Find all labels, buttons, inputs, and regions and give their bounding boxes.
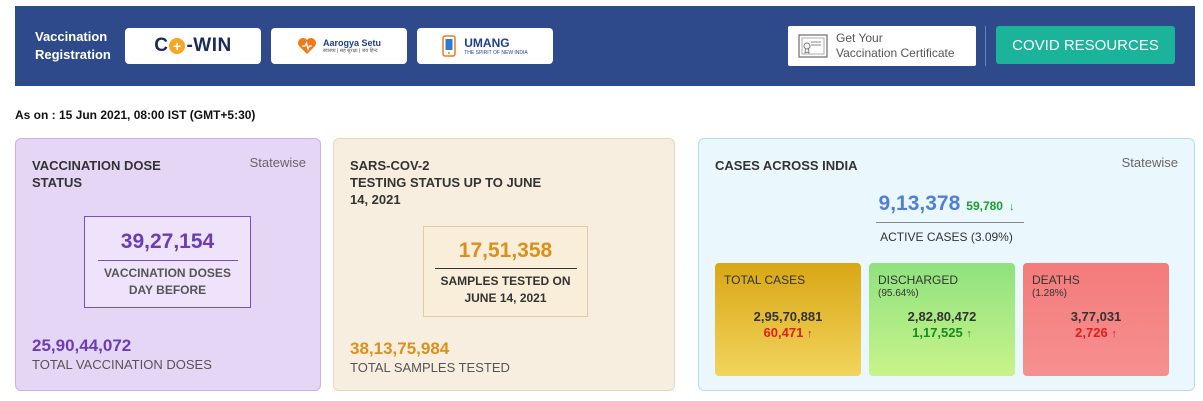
discharged-tile: DISCHARGED (95.64%) 2,82,80,472 1,17,525…: [869, 263, 1015, 376]
arrow-down-icon: ↓: [1008, 201, 1015, 213]
certificate-icon: [798, 34, 828, 58]
arrow-up-icon: ↑: [806, 328, 813, 340]
testing-title-line3: 14, 2021: [350, 192, 401, 207]
total-cases-label: TOTAL CASES: [724, 273, 806, 287]
cowin-plus-icon: +: [169, 38, 186, 54]
testing-status-card: SARS-COV-2 TESTING STATUS UP TO JUNE 14,…: [333, 138, 675, 391]
vaccination-day-before-label-line1: VACCINATION DOSES: [104, 266, 231, 280]
vaccination-day-before-label: VACCINATION DOSES DAY BEFORE: [85, 265, 250, 299]
cases-card-title: CASES ACROSS INDIA: [715, 158, 858, 173]
aarogya-title: Aarogya Setu: [322, 38, 382, 48]
discharged-percent: (95.64%): [878, 288, 919, 299]
deaths-label: DEATHS: [1032, 273, 1080, 287]
total-samples-label: TOTAL SAMPLES TESTED: [350, 360, 510, 375]
heart-icon: [297, 38, 316, 54]
vaccination-title-line1: VACCINATION DOSE: [32, 158, 161, 173]
testing-card-title: SARS-COV-2 TESTING STATUS UP TO JUNE 14,…: [350, 157, 541, 208]
vaccination-box-divider: [97, 260, 238, 261]
certificate-line1: Get Your: [836, 31, 883, 45]
total-cases-delta-row: 60,471 ↑: [715, 325, 861, 340]
arrow-up-icon: ↑: [1111, 328, 1117, 340]
total-cases-value: 2,95,70,881: [753, 309, 823, 324]
samples-tested-label: SAMPLES TESTED ON JUNE 14, 2021: [424, 273, 587, 307]
total-cases-delta: 60,471: [763, 325, 804, 340]
total-cases-tile: TOTAL CASES 2,95,70,881 60,471 ↑: [715, 263, 861, 376]
covid-resources-button[interactable]: COVID RESOURCES: [996, 26, 1175, 64]
samples-box-divider: [434, 268, 577, 269]
vaccination-status-card: VACCINATION DOSE STATUS Statewise 39,27,…: [15, 138, 321, 391]
umang-tagline: THE SPIRIT OF NEW INDIA: [464, 50, 528, 56]
certificate-text: Get Your Vaccination Certificate: [836, 31, 955, 61]
active-cases-divider: [876, 222, 1024, 223]
cases-statewise-link[interactable]: Statewise: [1122, 155, 1178, 170]
samples-label-line1: SAMPLES TESTED ON: [440, 274, 571, 288]
deaths-delta: 2,726: [1075, 325, 1108, 340]
active-cases-row: 9,13,378 59,780 ↓: [699, 192, 1194, 216]
header-divider: [985, 26, 986, 66]
total-vaccination-label: TOTAL VACCINATION DOSES: [32, 357, 212, 372]
as-on-timestamp: As on : 15 Jun 2021, 08:00 IST (GMT+5:30…: [15, 108, 256, 122]
vaccination-certificate-button[interactable]: Get Your Vaccination Certificate: [788, 26, 976, 66]
cowin-link[interactable]: C + -WIN: [125, 28, 261, 64]
deaths-value: 3,77,031: [1070, 309, 1122, 324]
aarogya-tagline: स्वास्थ्य | सह सुरक्षा | जय हिन्द: [322, 48, 378, 54]
samples-tested-value: 17,51,358: [458, 239, 553, 262]
cowin-logo: C + -WIN: [154, 35, 232, 57]
top-banner: Vaccination Registration C + -WIN Aarogya …: [15, 6, 1195, 86]
vaccination-day-before-label-line2: DAY BEFORE: [128, 283, 207, 297]
testing-title-line1: SARS-COV-2: [350, 158, 430, 173]
discharged-delta: 1,17,525: [912, 325, 963, 340]
vaccination-title-line2: STATUS: [32, 175, 83, 190]
certificate-line2: Vaccination Certificate: [836, 46, 955, 60]
total-samples-value: 38,13,75,984: [350, 339, 450, 358]
arrow-up-icon: ↑: [966, 328, 972, 340]
deaths-delta-row: 2,726 ↑: [1023, 325, 1169, 340]
vaccination-card-title: VACCINATION DOSE STATUS: [32, 157, 161, 191]
vaccination-statewise-link[interactable]: Statewise: [250, 155, 306, 170]
cases-across-india-card: CASES ACROSS INDIA Statewise 9,13,378 59…: [698, 138, 1195, 391]
cowin-logo-suffix: -WIN: [186, 35, 232, 56]
phone-icon: [442, 35, 456, 57]
discharged-delta-row: 1,17,525 ↑: [869, 325, 1015, 340]
active-cases-label: ACTIVE CASES (3.09%): [880, 230, 1013, 244]
aarogya-setu-link[interactable]: Aarogya Setu स्वास्थ्य | सह सुरक्षा | जय…: [271, 28, 407, 64]
discharged-label: DISCHARGED: [878, 273, 959, 287]
total-vaccination-value: 25,90,44,072: [32, 336, 132, 355]
cowin-logo-prefix: C: [154, 35, 169, 56]
umang-link[interactable]: UMANG THE SPIRIT OF NEW INDIA: [417, 28, 553, 64]
active-cases-delta: 59,780: [966, 199, 1003, 213]
discharged-value: 2,82,80,472: [907, 309, 977, 324]
samples-label-line2: JUNE 14, 2021: [464, 291, 547, 305]
vaccination-day-before-box: 39,27,154 VACCINATION DOSES DAY BEFORE: [84, 216, 251, 308]
testing-title-line2: TESTING STATUS UP TO JUNE: [350, 175, 542, 190]
deaths-percent: (1.28%): [1032, 288, 1068, 299]
deaths-tile: DEATHS (1.28%) 3,77,031 2,726 ↑: [1023, 263, 1169, 376]
umang-title: UMANG: [464, 36, 510, 50]
samples-tested-box: 17,51,358 SAMPLES TESTED ON JUNE 14, 202…: [423, 226, 588, 317]
active-cases-value: 9,13,378: [878, 192, 961, 215]
vaccination-registration-label: Vaccination Registration: [35, 29, 111, 62]
vaccination-day-before-value: 39,27,154: [120, 230, 215, 253]
